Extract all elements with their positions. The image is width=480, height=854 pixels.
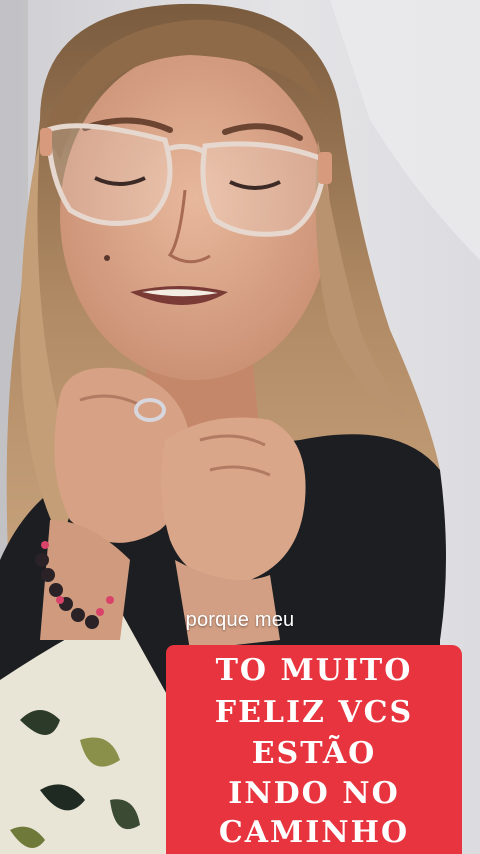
banner-line: TO MUITO [215,653,413,688]
banner-line: CAMINHO [218,815,410,850]
story-frame: porque meu TO MUITO FELIZ VCS ESTÃO INDO… [0,0,480,854]
caption-text: porque meu [185,609,295,631]
text-banner: TO MUITO FELIZ VCS ESTÃO INDO NO CAMINHO [166,645,462,854]
banner-line: INDO NO [228,776,400,811]
banner-line: FELIZ VCS [214,695,414,730]
banner-line: ESTÃO [251,736,377,771]
